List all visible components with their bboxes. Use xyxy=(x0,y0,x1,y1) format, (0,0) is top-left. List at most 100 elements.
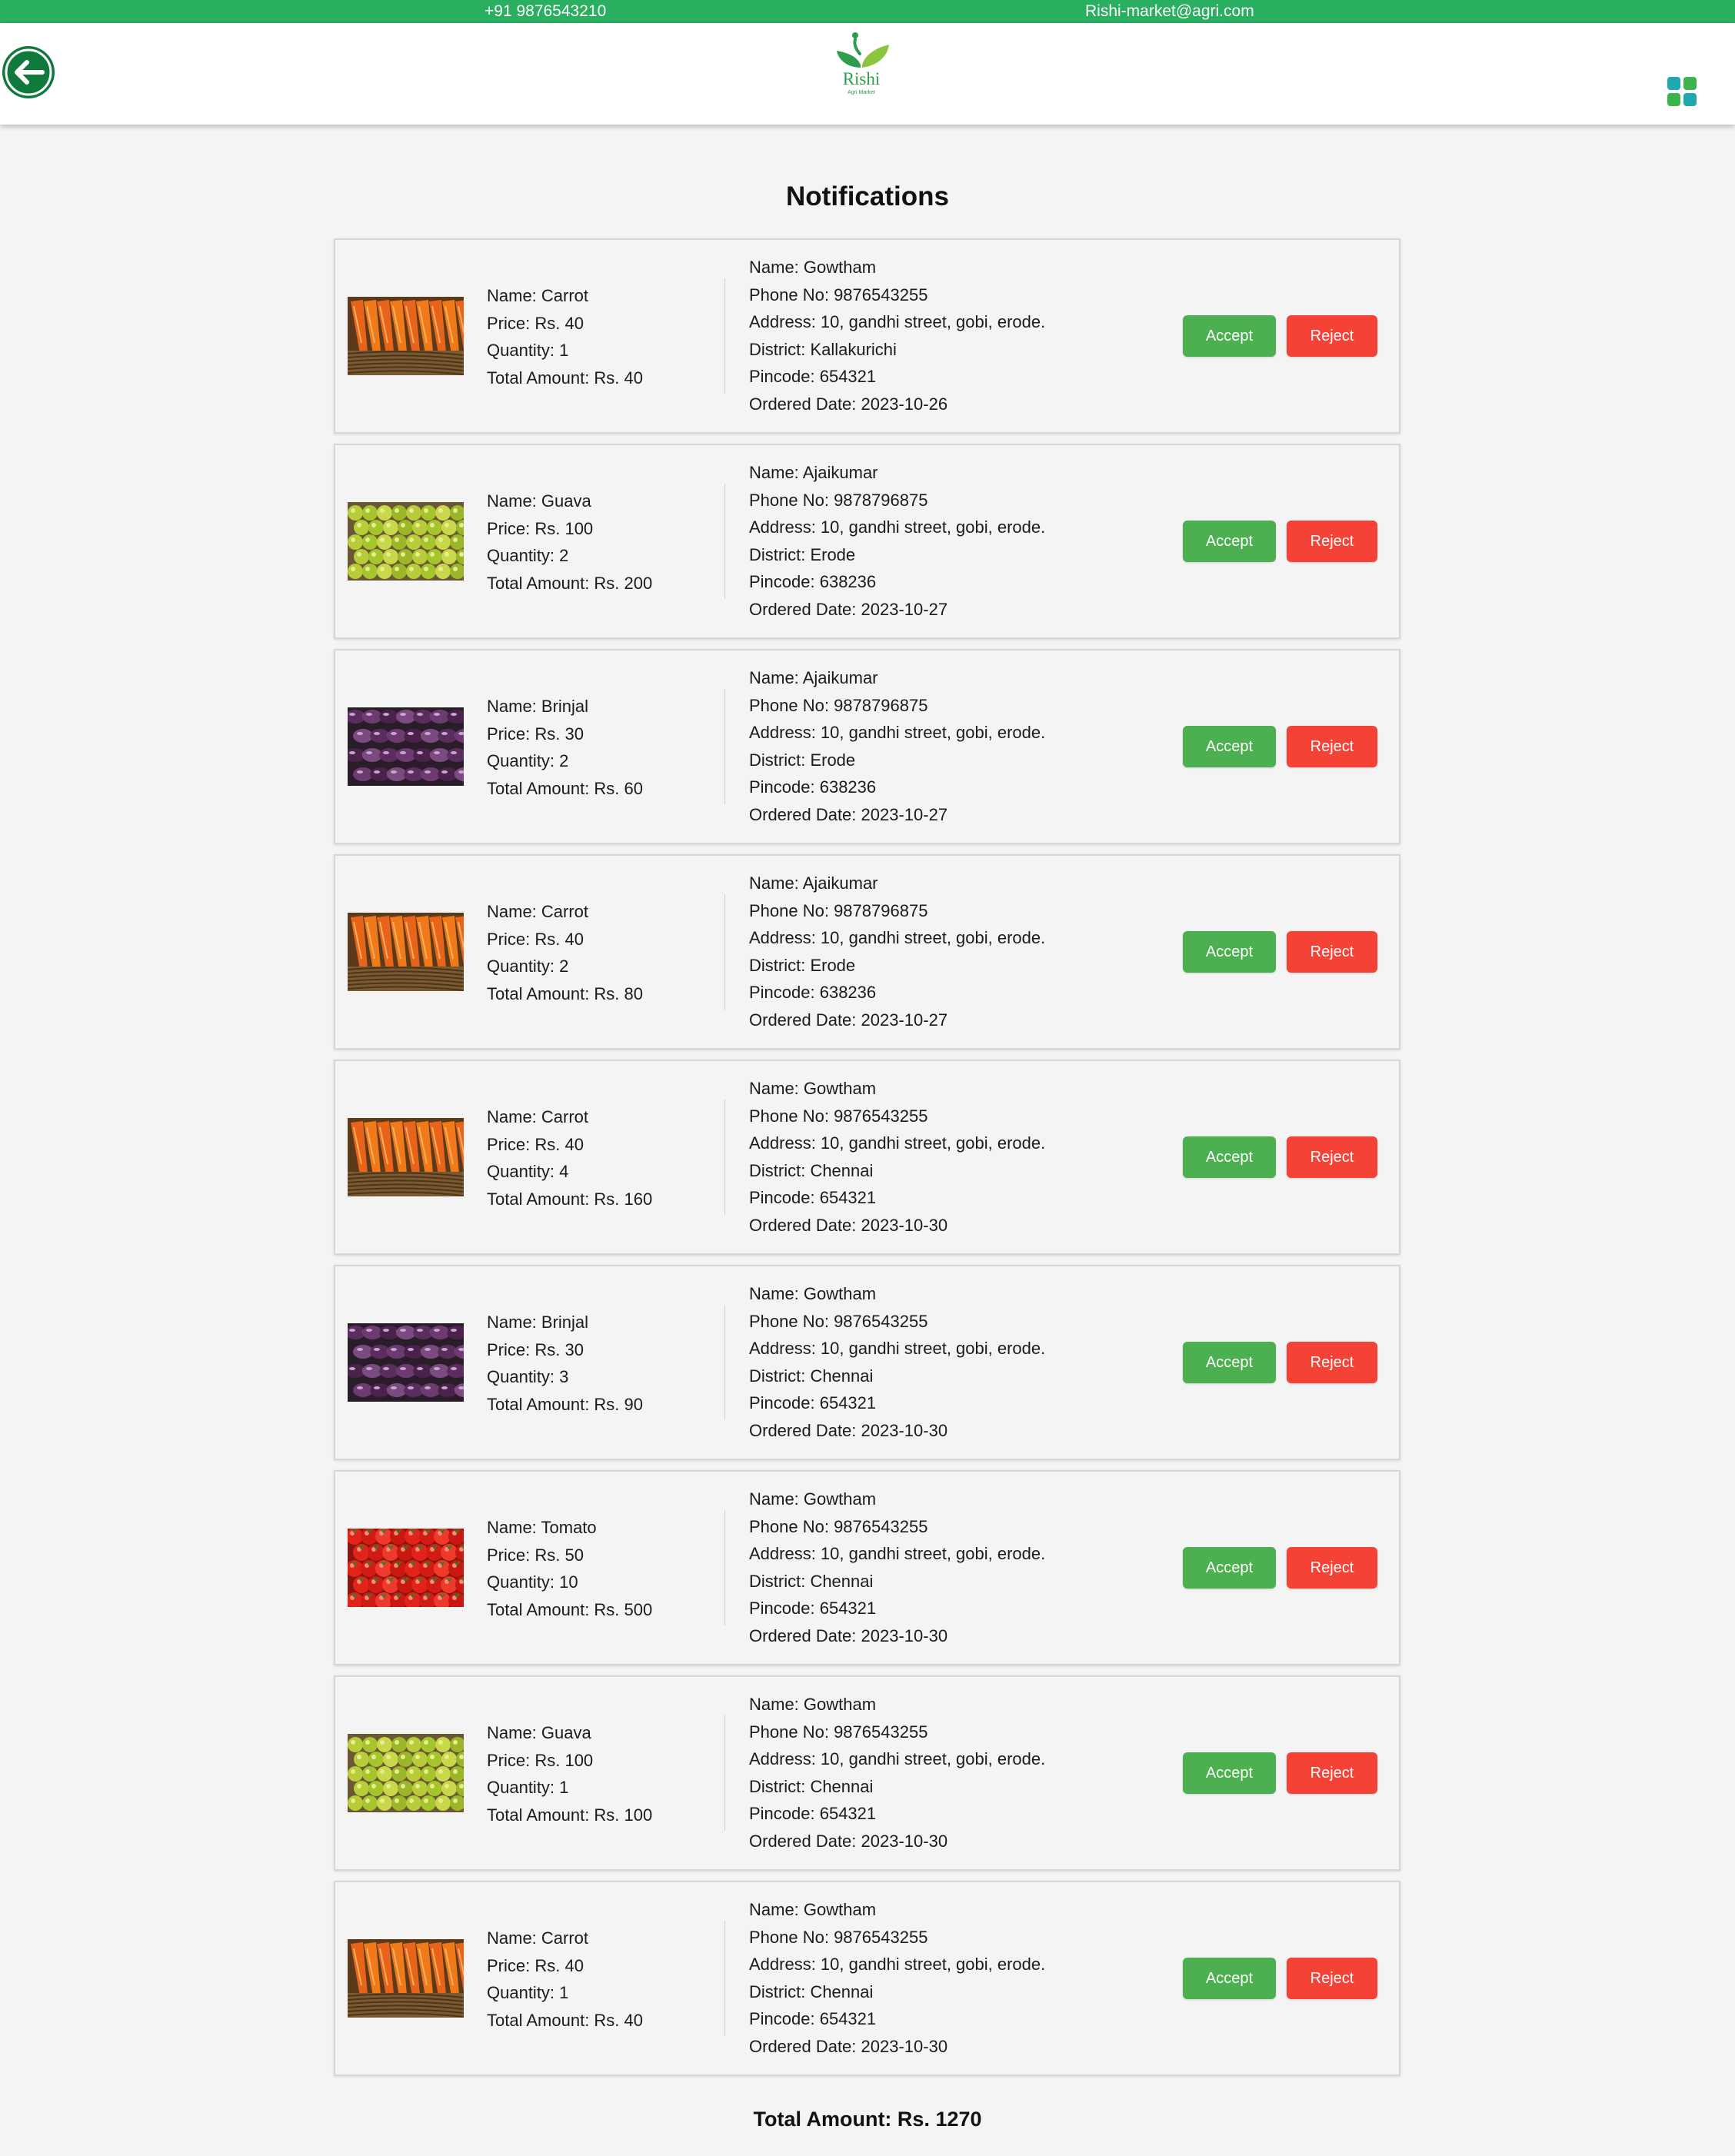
divider xyxy=(724,1510,725,1625)
customer-district: District: Chennai xyxy=(749,1366,874,1386)
customer-phone: Phone No: 9878796875 xyxy=(749,490,928,510)
product-price: Price: Rs. 40 xyxy=(487,929,584,949)
accept-button[interactable]: Accept xyxy=(1183,1136,1276,1178)
ordered-date: Ordered Date: 2023-10-27 xyxy=(749,1010,948,1030)
customer-details: Name: Gowtham Phone No: 9876543255 Addre… xyxy=(749,1896,1045,2061)
reject-button[interactable]: Reject xyxy=(1287,1547,1377,1589)
product-details: Name: Carrot Price: Rs. 40 Quantity: 2 T… xyxy=(487,898,643,1007)
carrot-image xyxy=(348,297,464,375)
customer-district: District: Erode xyxy=(749,750,856,770)
customer-address: Address: 10, gandhi street, gobi, erode. xyxy=(749,1955,1046,1975)
divider xyxy=(724,894,725,1010)
brinjal-image xyxy=(348,707,464,786)
notification-card: Name: Brinjal Price: Rs. 30 Quantity: 2 … xyxy=(334,649,1400,844)
reject-button[interactable]: Reject xyxy=(1287,931,1377,973)
reject-button[interactable]: Reject xyxy=(1287,1958,1377,1999)
reject-button[interactable]: Reject xyxy=(1287,315,1377,357)
product-name: Name: Guava xyxy=(487,1723,591,1742)
product-details: Name: Carrot Price: Rs. 40 Quantity: 4 T… xyxy=(487,1103,652,1213)
customer-details: Name: Ajaikumar Phone No: 9878796875 Add… xyxy=(749,664,1045,829)
product-details: Name: Carrot Price: Rs. 40 Quantity: 1 T… xyxy=(487,1925,643,2034)
customer-pincode: Pincode: 654321 xyxy=(749,1599,877,1619)
customer-address: Address: 10, gandhi street, gobi, erode. xyxy=(749,1749,1046,1769)
customer-details: Name: Gowtham Phone No: 9876543255 Addre… xyxy=(749,1075,1045,1239)
accept-button[interactable]: Accept xyxy=(1183,931,1276,973)
customer-phone: Phone No: 9878796875 xyxy=(749,695,928,715)
accept-button[interactable]: Accept xyxy=(1183,1958,1276,1999)
accept-button[interactable]: Accept xyxy=(1183,1752,1276,1794)
back-button[interactable] xyxy=(1,45,56,100)
accept-button[interactable]: Accept xyxy=(1183,726,1276,767)
product-name: Name: Carrot xyxy=(487,286,589,305)
guava-image xyxy=(348,502,464,581)
customer-details: Name: Ajaikumar Phone No: 9878796875 Add… xyxy=(749,459,1045,624)
reject-button[interactable]: Reject xyxy=(1287,521,1377,562)
notification-card: Name: Carrot Price: Rs. 40 Quantity: 1 T… xyxy=(334,238,1400,434)
customer-phone: Phone No: 9876543255 xyxy=(749,284,928,304)
notification-card: Name: Guava Price: Rs. 100 Quantity: 1 T… xyxy=(334,1675,1400,1871)
product-details: Name: Brinjal Price: Rs. 30 Quantity: 2 … xyxy=(487,693,643,802)
product-details: Name: Guava Price: Rs. 100 Quantity: 1 T… xyxy=(487,1719,652,1828)
contact-email[interactable]: Rishi-market@agri.com xyxy=(1085,2,1254,21)
ordered-date: Ordered Date: 2023-10-26 xyxy=(749,394,948,414)
ordered-date: Ordered Date: 2023-10-30 xyxy=(749,1420,948,1440)
ordered-date: Ordered Date: 2023-10-30 xyxy=(749,1831,948,1851)
product-quantity: Quantity: 10 xyxy=(487,1572,578,1592)
product-details: Name: Tomato Price: Rs. 50 Quantity: 10 … xyxy=(487,1514,652,1623)
reject-button[interactable]: Reject xyxy=(1287,1342,1377,1383)
customer-phone: Phone No: 9876543255 xyxy=(749,1927,928,1947)
notification-card: Name: Carrot Price: Rs. 40 Quantity: 4 T… xyxy=(334,1060,1400,1255)
product-total: Total Amount: Rs. 80 xyxy=(487,983,643,1003)
brand-logo[interactable]: Rishi Agri Market xyxy=(827,31,896,117)
customer-phone: Phone No: 9876543255 xyxy=(749,1311,928,1331)
customer-name: Name: Gowtham xyxy=(749,1489,877,1509)
customer-name: Name: Gowtham xyxy=(749,1900,877,1919)
grand-total: Total Amount: Rs. 1270 xyxy=(753,2108,982,2131)
menu-button[interactable] xyxy=(1667,76,1697,107)
customer-name: Name: Ajaikumar xyxy=(749,873,878,893)
product-price: Price: Rs. 30 xyxy=(487,724,584,744)
customer-details: Name: Gowtham Phone No: 9876543255 Addre… xyxy=(749,254,1045,418)
ordered-date: Ordered Date: 2023-10-27 xyxy=(749,804,948,824)
customer-address: Address: 10, gandhi street, gobi, erode. xyxy=(749,1544,1046,1564)
customer-pincode: Pincode: 638236 xyxy=(749,777,877,797)
carrot-image xyxy=(348,1118,464,1196)
divider xyxy=(724,1100,725,1215)
product-details: Name: Guava Price: Rs. 100 Quantity: 2 T… xyxy=(487,487,652,597)
accept-button[interactable]: Accept xyxy=(1183,1342,1276,1383)
customer-phone: Phone No: 9878796875 xyxy=(749,900,928,920)
customer-pincode: Pincode: 638236 xyxy=(749,572,877,592)
reject-button[interactable]: Reject xyxy=(1287,726,1377,767)
customer-name: Name: Gowtham xyxy=(749,1284,877,1303)
product-name: Name: Tomato xyxy=(487,1518,597,1537)
divider xyxy=(724,1921,725,2036)
customer-name: Name: Gowtham xyxy=(749,258,877,277)
product-price: Price: Rs. 100 xyxy=(487,518,594,538)
tomato-image xyxy=(348,1529,464,1607)
product-price: Price: Rs. 40 xyxy=(487,1955,584,1975)
divider xyxy=(724,689,725,804)
product-quantity: Quantity: 2 xyxy=(487,751,569,771)
customer-details: Name: Ajaikumar Phone No: 9878796875 Add… xyxy=(749,870,1045,1034)
carrot-image xyxy=(348,913,464,991)
customer-pincode: Pincode: 654321 xyxy=(749,1393,877,1413)
customer-address: Address: 10, gandhi street, gobi, erode. xyxy=(749,928,1046,948)
customer-name: Name: Gowtham xyxy=(749,1695,877,1714)
customer-district: District: Chennai xyxy=(749,1571,874,1591)
ordered-date: Ordered Date: 2023-10-30 xyxy=(749,2036,948,2056)
customer-pincode: Pincode: 654321 xyxy=(749,1804,877,1824)
customer-name: Name: Ajaikumar xyxy=(749,463,878,482)
product-total: Total Amount: Rs. 500 xyxy=(487,1599,653,1619)
customer-pincode: Pincode: 654321 xyxy=(749,2009,877,2029)
customer-address: Address: 10, gandhi street, gobi, erode. xyxy=(749,312,1046,332)
customer-address: Address: 10, gandhi street, gobi, erode. xyxy=(749,1339,1046,1359)
ordered-date: Ordered Date: 2023-10-27 xyxy=(749,599,948,619)
reject-button[interactable]: Reject xyxy=(1287,1752,1377,1794)
accept-button[interactable]: Accept xyxy=(1183,1547,1276,1589)
accept-button[interactable]: Accept xyxy=(1183,315,1276,357)
accept-button[interactable]: Accept xyxy=(1183,521,1276,562)
product-quantity: Quantity: 4 xyxy=(487,1162,569,1182)
customer-name: Name: Ajaikumar xyxy=(749,668,878,687)
reject-button[interactable]: Reject xyxy=(1287,1136,1377,1178)
customer-name: Name: Gowtham xyxy=(749,1079,877,1098)
